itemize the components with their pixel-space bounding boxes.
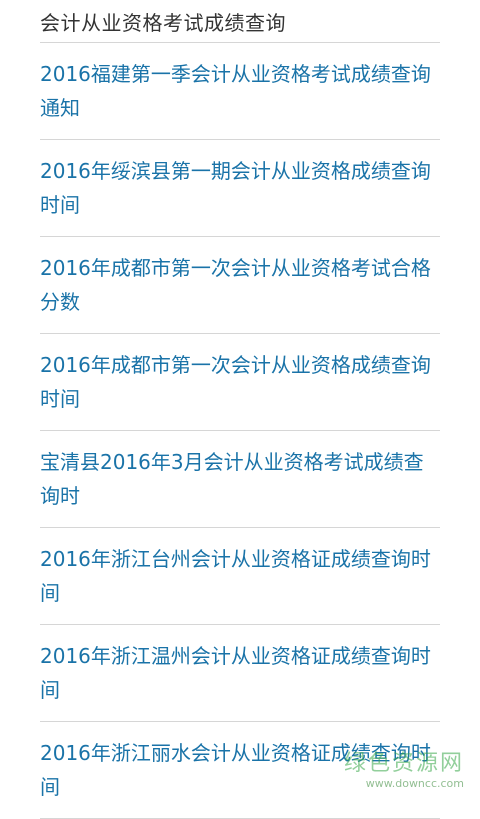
list-item: 2016年浙江台州会计从业资格证成绩查询时间 — [40, 528, 440, 625]
list-item: 2016年浙江温州会计从业资格证成绩查询时间 — [40, 625, 440, 722]
article-link[interactable]: 宝清县2016年3月会计从业资格考试成绩查询时 — [40, 445, 440, 513]
watermark: 绿色资源网 www.downcc.com — [344, 745, 464, 790]
list-item: 宝清县2016年3月会计从业资格考试成绩查询时 — [40, 431, 440, 528]
list-item: 2016年成都市第一次会计从业资格成绩查询时间 — [40, 334, 440, 431]
watermark-title: 绿色资源网 — [343, 751, 464, 776]
page-title: 会计从业资格考试成绩查询 — [40, 10, 286, 35]
watermark-url: www.downcc.com — [365, 777, 464, 790]
page-header: 会计从业资格考试成绩查询 — [40, 0, 440, 43]
list-item: 2016年成都市第一次会计从业资格考试合格分数 — [40, 237, 440, 334]
list-item: 2016福建第一季会计从业资格考试成绩查询通知 — [40, 43, 440, 140]
article-link[interactable]: 2016年成都市第一次会计从业资格成绩查询时间 — [40, 348, 440, 416]
article-list: 2016福建第一季会计从业资格考试成绩查询通知 2016年绥滨县第一期会计从业资… — [40, 43, 440, 819]
article-link[interactable]: 2016福建第一季会计从业资格考试成绩查询通知 — [40, 57, 440, 125]
article-link[interactable]: 2016年浙江温州会计从业资格证成绩查询时间 — [40, 639, 440, 707]
list-item: 2016年绥滨县第一期会计从业资格成绩查询时间 — [40, 140, 440, 237]
page-container: 会计从业资格考试成绩查询 2016福建第一季会计从业资格考试成绩查询通知 201… — [40, 0, 440, 819]
article-link[interactable]: 2016年浙江台州会计从业资格证成绩查询时间 — [40, 542, 440, 610]
article-link[interactable]: 2016年绥滨县第一期会计从业资格成绩查询时间 — [40, 154, 440, 222]
article-link[interactable]: 2016年成都市第一次会计从业资格考试合格分数 — [40, 251, 440, 319]
